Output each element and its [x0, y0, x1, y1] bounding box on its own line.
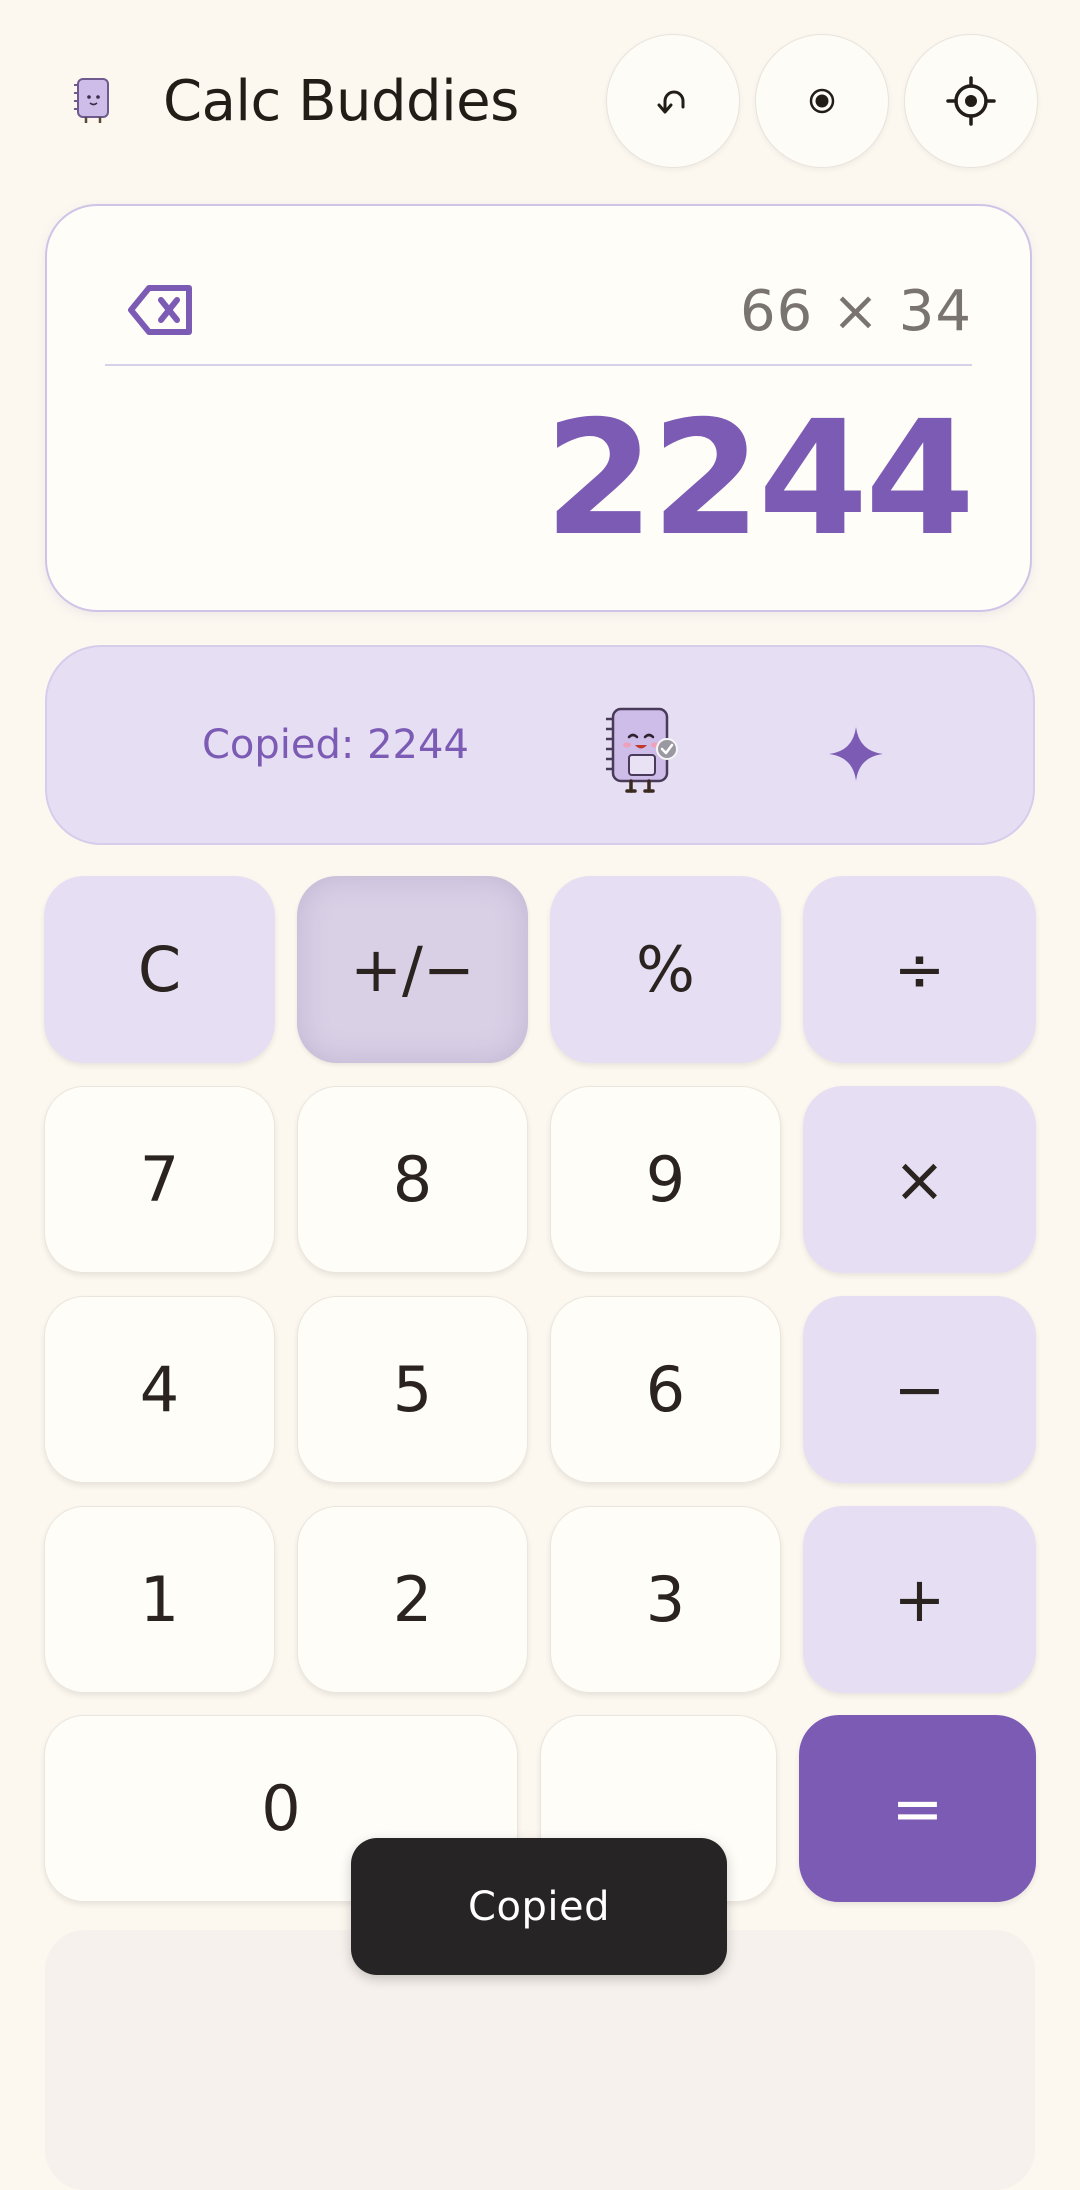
sparkle-icon[interactable] [827, 725, 885, 783]
copied-toast: Copied [351, 1838, 727, 1975]
app-logo-icon [70, 75, 116, 125]
record-icon [807, 86, 837, 116]
banner-message: Copied: 2244 [202, 722, 469, 768]
record-button[interactable] [755, 34, 889, 168]
digit-2-button[interactable]: 2 [297, 1506, 528, 1693]
settings-button[interactable] [904, 34, 1038, 168]
digit-8-button[interactable]: 8 [297, 1086, 528, 1273]
calculator-display: 66 × 34 2244 [45, 204, 1032, 612]
notebook-buddy-icon [601, 705, 683, 795]
digit-7-button[interactable]: 7 [44, 1086, 275, 1273]
digit-3-button[interactable]: 3 [550, 1506, 781, 1693]
equals-button[interactable]: = [799, 1715, 1036, 1902]
clear-button[interactable]: C [44, 876, 275, 1063]
app-header: Calc Buddies [0, 0, 1080, 200]
digit-9-button[interactable]: 9 [550, 1086, 781, 1273]
add-button[interactable]: + [803, 1506, 1036, 1693]
percent-button[interactable]: % [550, 876, 781, 1063]
undo-icon [653, 81, 693, 121]
multiply-button[interactable]: × [803, 1086, 1036, 1273]
backspace-button[interactable] [127, 282, 197, 338]
digit-6-button[interactable]: 6 [550, 1296, 781, 1483]
expression-text: 66 × 34 [739, 279, 972, 344]
result-text[interactable]: 2244 [544, 384, 975, 574]
backspace-icon [127, 285, 197, 342]
settings-icon [945, 75, 997, 127]
divide-button[interactable]: ÷ [803, 876, 1036, 1063]
display-divider [105, 364, 972, 366]
buddy-banner: Copied: 2244 [45, 645, 1035, 845]
subtract-button[interactable]: − [803, 1296, 1036, 1483]
plus-minus-button[interactable]: +/− [297, 876, 528, 1063]
undo-button[interactable] [606, 34, 740, 168]
digit-5-button[interactable]: 5 [297, 1296, 528, 1483]
app-title: Calc Buddies [163, 69, 519, 134]
digit-1-button[interactable]: 1 [44, 1506, 275, 1693]
digit-4-button[interactable]: 4 [44, 1296, 275, 1483]
